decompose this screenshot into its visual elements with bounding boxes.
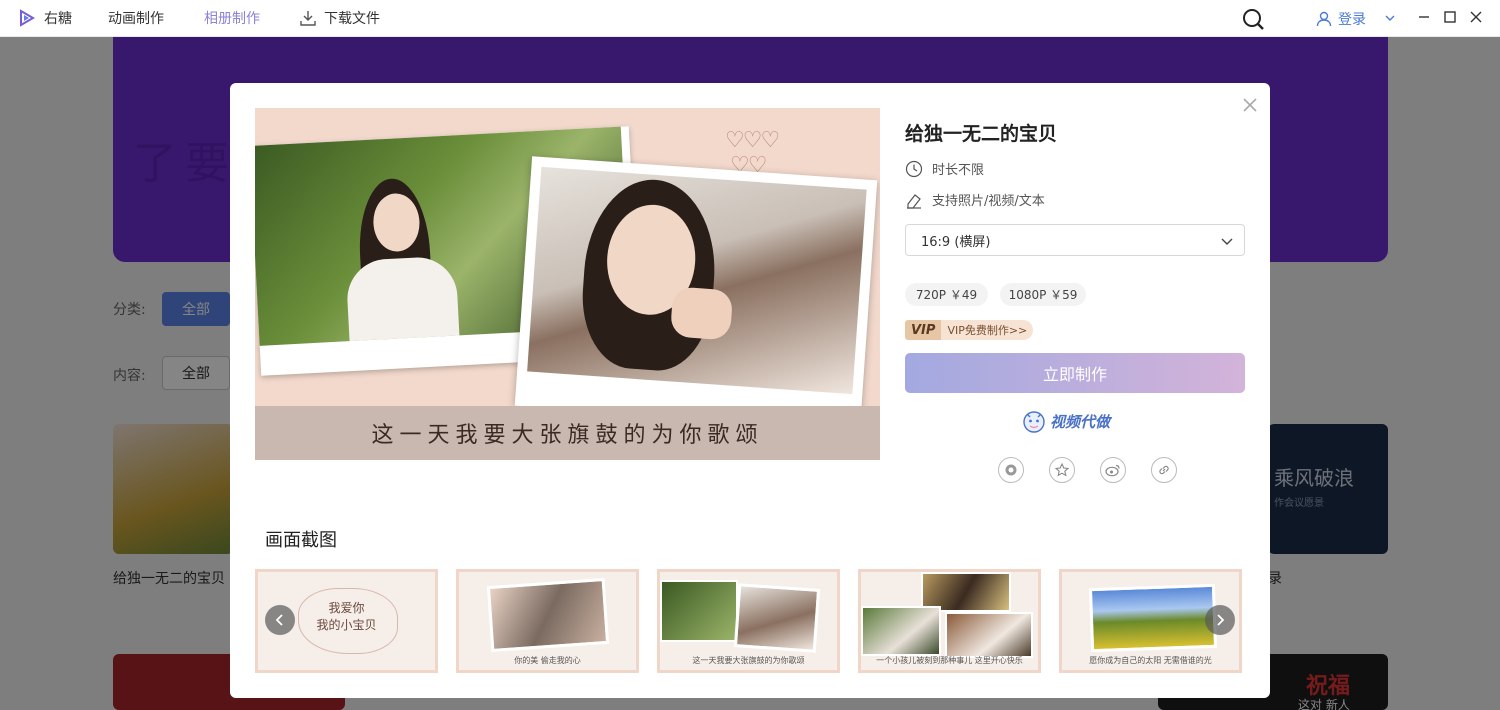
login-label: 登录 [1338,12,1366,28]
copy-link-button[interactable] [1151,457,1177,483]
weibo-icon [1105,464,1120,477]
template-preview[interactable]: ♡♡♡ ♡♡ 这一天我要大张旗鼓的为你歌颂 [255,108,880,460]
screenshots-title: 画面截图 [265,530,337,551]
clock-icon [905,160,923,177]
maximize-icon[interactable] [1443,10,1457,24]
chevron-left-icon [275,614,283,626]
preview-photo-right [514,156,878,430]
mascot-icon [1023,411,1045,433]
template-title: 给独一无二的宝贝 [905,123,1058,145]
brand[interactable]: 右糖 [18,8,72,28]
minimize-icon[interactable] [1417,10,1431,24]
video-proxy-label: 视频代做 [1050,412,1111,431]
screenshot-thumb-4[interactable]: 一个小孩儿被刻到那种事儿 这里开心快乐 [858,569,1041,673]
nav-download-label: 下载文件 [324,11,380,27]
star-icon [1055,463,1069,477]
screenshot-thumb-5-caption: 愿你成为自己的太阳 无需借谁的光 [1089,656,1212,665]
screenshots-next-button[interactable] [1205,605,1235,635]
screenshot-thumb-2-caption: 你的美 偷走我的心 [514,656,581,665]
supports-text: 支持照片/视频/文本 [932,194,1045,209]
close-icon[interactable] [1242,97,1258,113]
preview-caption: 这一天我要大张旗鼓的为你歌颂 [255,406,880,460]
vip-free-link[interactable]: VIP VIP免费制作>> [905,320,1034,340]
eraser-icon [907,193,921,209]
download-icon [300,11,316,26]
app-logo-icon [20,9,35,27]
app-name: 右糖 [44,11,72,27]
make-now-button[interactable]: 立即制作 [905,353,1245,393]
link-icon [1159,465,1169,475]
nav-album-label: 相册制作 [204,11,260,27]
duration-text: 时长不限 [932,163,985,178]
chevron-right-icon [1217,614,1225,626]
template-detail-modal: ♡♡♡ ♡♡ 这一天我要大张旗鼓的为你歌颂 给独一无二的宝贝 时长不限 支持照片… [230,83,1270,698]
search-icon[interactable] [1241,7,1265,31]
screenshot-thumb-3[interactable]: 这一天我要大张旗鼓的为你歌颂 [657,569,840,673]
share-weibo-button[interactable] [1100,457,1126,483]
screenshot-thumb-3-caption: 这一天我要大张旗鼓的为你歌颂 [692,656,805,665]
title-bar: 右糖 动画制作 相册制作 下载文件 登录 [0,0,1500,37]
qzone-icon [1005,464,1017,476]
share-qzone-button[interactable] [998,457,1024,483]
nav-album[interactable]: 相册制作 [204,8,260,28]
login-button[interactable]: 登录 [1316,9,1366,29]
video-proxy-link[interactable]: 视频代做 [1020,407,1110,435]
nav-animation[interactable]: 动画制作 [108,8,164,28]
screenshot-thumb-4-caption: 一个小孩儿被刻到那种事儿 这里开心快乐 [876,656,1023,665]
supports-row: 支持照片/视频/文本 [905,190,1045,209]
nav-download[interactable]: 下载文件 [300,8,380,28]
screenshot-thumb-2[interactable]: 你的美 偷走我的心 [456,569,639,673]
vip-badge: VIP [905,320,942,340]
vip-free-text: VIP免费制作>> [941,320,1034,340]
chevron-down-icon[interactable] [1384,12,1396,24]
price-720p[interactable]: 720P ￥49 [905,283,988,306]
window-close-icon[interactable] [1469,10,1483,24]
screenshots-prev-button[interactable] [265,605,295,635]
ratio-select[interactable]: 16:9 (横屏) [905,224,1245,256]
ratio-select-value: 16:9 (横屏) [921,234,991,250]
share-star-button[interactable] [1049,457,1075,483]
duration-row: 时长不限 [905,159,984,178]
price-1080p[interactable]: 1080P ￥59 [1000,283,1086,306]
user-icon [1316,11,1332,27]
chevron-down-icon [1221,238,1233,245]
nav-animation-label: 动画制作 [108,11,164,27]
